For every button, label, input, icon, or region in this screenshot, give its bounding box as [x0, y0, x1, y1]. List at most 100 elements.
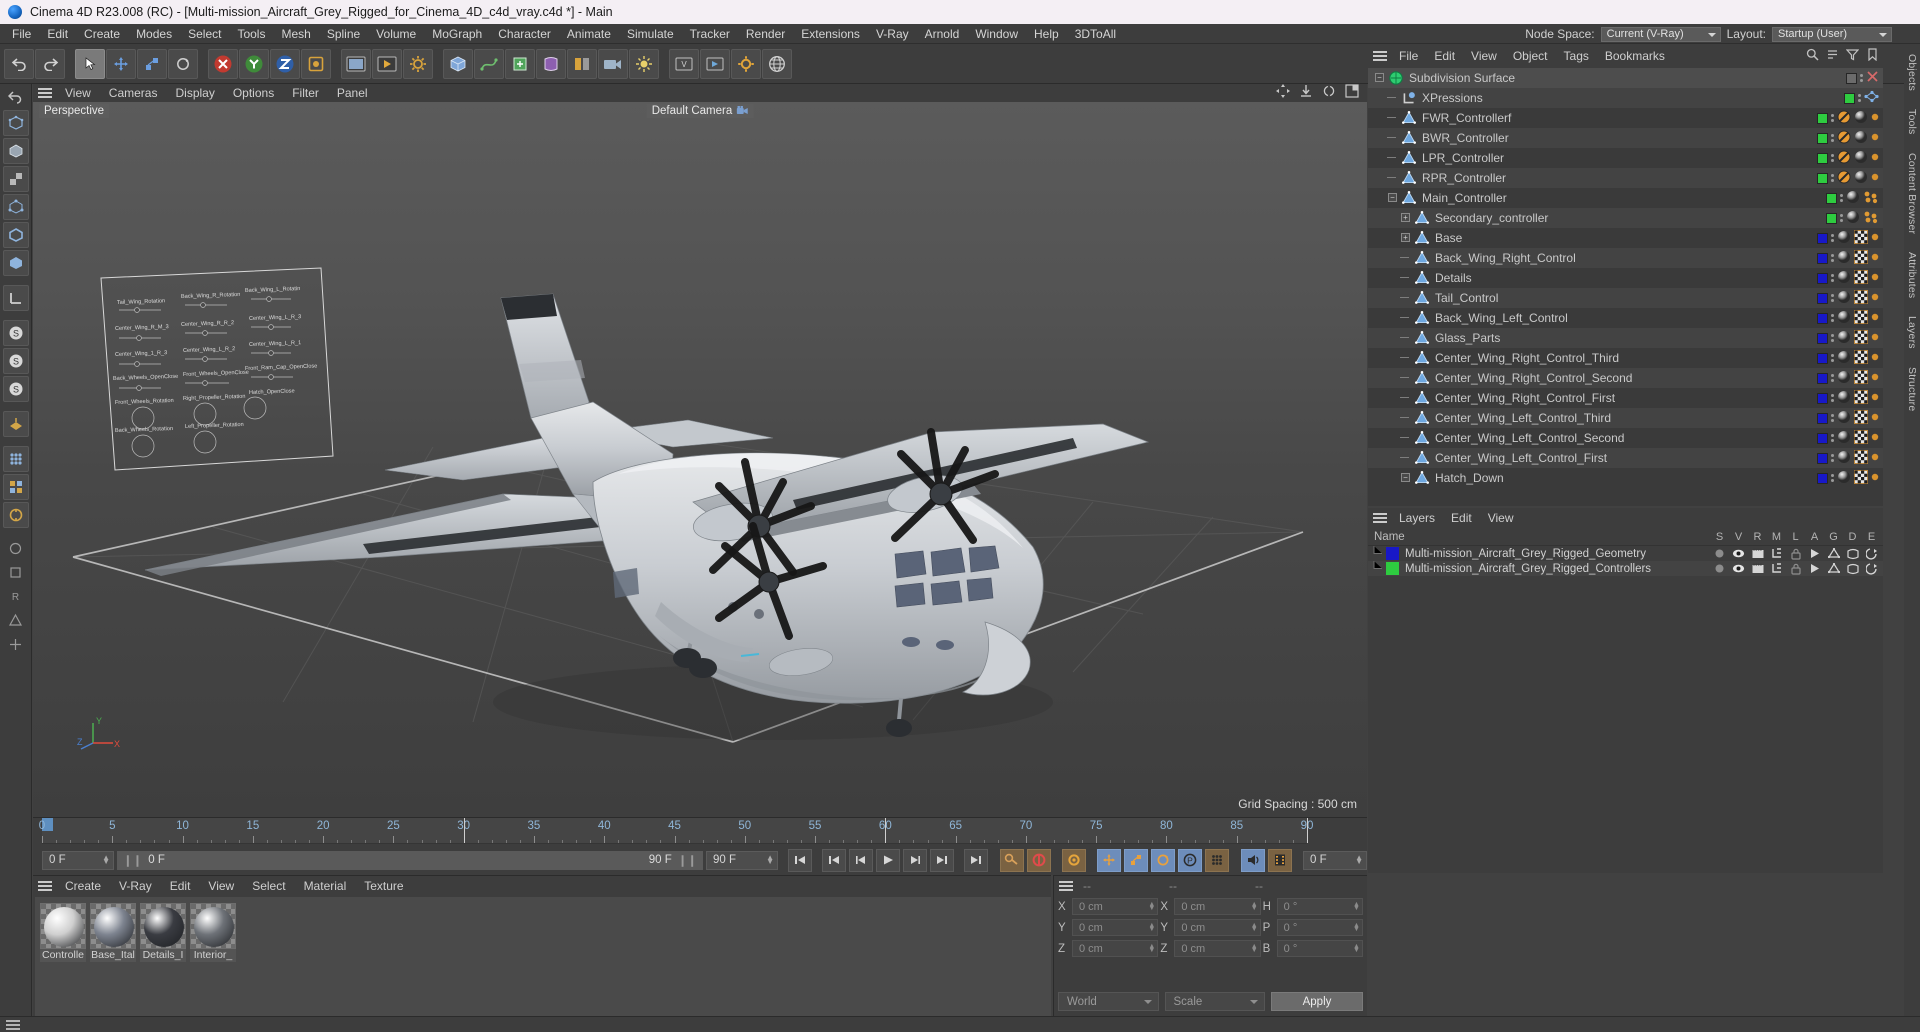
tree-expander[interactable]: [1398, 368, 1414, 388]
dolly-view-icon[interactable]: [1299, 84, 1313, 101]
object-tag[interactable]: [1854, 429, 1868, 447]
object-tag[interactable]: [1871, 450, 1879, 467]
object-tag[interactable]: [1837, 270, 1851, 287]
tree-expander[interactable]: −: [1372, 68, 1388, 88]
object-tag[interactable]: [1854, 349, 1868, 367]
object-tag[interactable]: [1837, 250, 1851, 267]
layer-toggle[interactable]: [1767, 561, 1786, 576]
material-preview[interactable]: [90, 903, 136, 949]
tree-expander[interactable]: [1398, 388, 1414, 408]
object-tag[interactable]: [1854, 150, 1868, 167]
menu-spline[interactable]: Spline: [319, 25, 368, 43]
visibility-dots[interactable]: [1831, 434, 1834, 442]
menu-create[interactable]: Create: [76, 25, 128, 43]
render-view-button[interactable]: [341, 48, 371, 79]
object-row[interactable]: Details: [1368, 268, 1883, 288]
autokeying-button[interactable]: [1000, 848, 1024, 872]
timeline-button[interactable]: [1268, 848, 1292, 872]
timeline-playhead[interactable]: [885, 818, 887, 843]
visibility-dots[interactable]: [1840, 214, 1843, 222]
layer-color-swatch[interactable]: [1386, 547, 1399, 560]
object-menu-view[interactable]: View: [1463, 48, 1505, 64]
coordinate-system-select[interactable]: World: [1058, 992, 1159, 1011]
coord-spinner[interactable]: ▲ ▼: [1353, 922, 1360, 933]
coord-spinner[interactable]: ▲ ▼: [1353, 943, 1360, 954]
visibility-dots[interactable]: [1831, 474, 1834, 482]
object-tag[interactable]: [1871, 110, 1879, 127]
layers-menu-edit[interactable]: Edit: [1443, 510, 1480, 526]
layer-toggle[interactable]: [1824, 561, 1843, 576]
layer-toggle[interactable]: [1862, 561, 1881, 576]
tree-expander[interactable]: [1398, 408, 1414, 428]
right-tab-objects[interactable]: Objects: [1906, 50, 1918, 95]
material-preview[interactable]: [40, 903, 86, 949]
add-cube-button[interactable]: [443, 48, 473, 79]
object-row[interactable]: BWR_Controller: [1368, 128, 1883, 148]
add-spline-button[interactable]: [474, 48, 504, 79]
redo-button[interactable]: [35, 48, 65, 79]
object-tag[interactable]: [1837, 110, 1851, 127]
sound-button[interactable]: [1241, 848, 1265, 872]
current-frame-field[interactable]: 0 F ▲ ▼: [42, 850, 114, 870]
material-menu-texture[interactable]: Texture: [355, 878, 412, 894]
coord-spinner[interactable]: ▲ ▼: [1148, 922, 1155, 933]
tree-expander[interactable]: +: [1398, 208, 1414, 228]
menu-mesh[interactable]: Mesh: [273, 25, 318, 43]
make-editable-button[interactable]: [2, 110, 29, 136]
go-to-start-button[interactable]: [788, 848, 812, 872]
tree-expander[interactable]: [1385, 128, 1401, 148]
uv-tools-button[interactable]: [2, 474, 29, 500]
add-camera-button[interactable]: [598, 48, 628, 79]
timeline-scrollbar[interactable]: ❙❙ 0 F 90 F ❙❙: [117, 850, 703, 870]
object-row[interactable]: Glass_Parts: [1368, 328, 1883, 348]
keyframe-settings-button[interactable]: [1062, 848, 1086, 872]
material-preview[interactable]: [190, 903, 236, 949]
maximize-view-icon[interactable]: [1345, 84, 1359, 101]
object-row[interactable]: Center_Wing_Right_Control_Third: [1368, 348, 1883, 368]
point-level-key-button[interactable]: [1205, 848, 1229, 872]
object-menu-tags[interactable]: Tags: [1556, 48, 1597, 64]
viewport-menu-icon[interactable]: [37, 87, 53, 99]
layer-color-dot[interactable]: [1817, 352, 1828, 364]
expand-icon[interactable]: +: [1401, 213, 1410, 222]
object-row[interactable]: + Base: [1368, 228, 1883, 248]
object-tag[interactable]: [1854, 269, 1868, 287]
move-tool-button[interactable]: [106, 48, 136, 79]
object-tag[interactable]: [1871, 370, 1879, 387]
layer-color-dot[interactable]: [1817, 292, 1828, 304]
object-tag[interactable]: [1854, 329, 1868, 347]
layout-select[interactable]: Startup (User): [1772, 26, 1892, 42]
visibility-dots[interactable]: [1831, 114, 1834, 122]
object-row[interactable]: Center_Wing_Left_Control_First: [1368, 448, 1883, 468]
menu-modes[interactable]: Modes: [128, 25, 180, 43]
layers-menu-icon[interactable]: [1372, 512, 1388, 524]
object-tag[interactable]: [1854, 130, 1868, 147]
viewport-menu-display[interactable]: Display: [166, 85, 223, 101]
node-space-select[interactable]: Current (V-Ray): [1600, 26, 1721, 42]
tree-expander[interactable]: [1398, 248, 1414, 268]
visibility-dots[interactable]: [1831, 134, 1834, 142]
material-menu-material[interactable]: Material: [295, 878, 356, 894]
object-tag[interactable]: [1837, 410, 1851, 427]
material-swatch[interactable]: Base_Ital: [90, 903, 136, 1016]
layer-color-dot[interactable]: [1817, 232, 1828, 244]
object-menu-edit[interactable]: Edit: [1426, 48, 1463, 64]
object-row[interactable]: + Secondary_controller: [1368, 208, 1883, 228]
object-tag[interactable]: [1854, 469, 1868, 487]
object-tag[interactable]: [1854, 389, 1868, 407]
snap-enable-button[interactable]: S: [2, 348, 29, 374]
viewport-menu-panel[interactable]: Panel: [328, 85, 377, 101]
object-tag[interactable]: [1854, 170, 1868, 187]
layer-toggle[interactable]: [1767, 546, 1786, 561]
layer-color-dot[interactable]: [1817, 332, 1828, 344]
material-swatch[interactable]: Controlle: [40, 903, 86, 1016]
object-tag[interactable]: [1871, 250, 1879, 267]
layer-color-dot[interactable]: [1817, 372, 1828, 384]
object-row[interactable]: Back_Wing_Right_Control: [1368, 248, 1883, 268]
coord-spinner[interactable]: ▲ ▼: [1251, 943, 1258, 954]
render-to-picture-viewer-button[interactable]: [372, 48, 402, 79]
coord-spinner[interactable]: ▲ ▼: [1251, 901, 1258, 912]
render-region-button[interactable]: [2, 502, 29, 528]
layer-toggle[interactable]: [1710, 546, 1729, 561]
snap-settings-button[interactable]: S: [2, 320, 29, 346]
